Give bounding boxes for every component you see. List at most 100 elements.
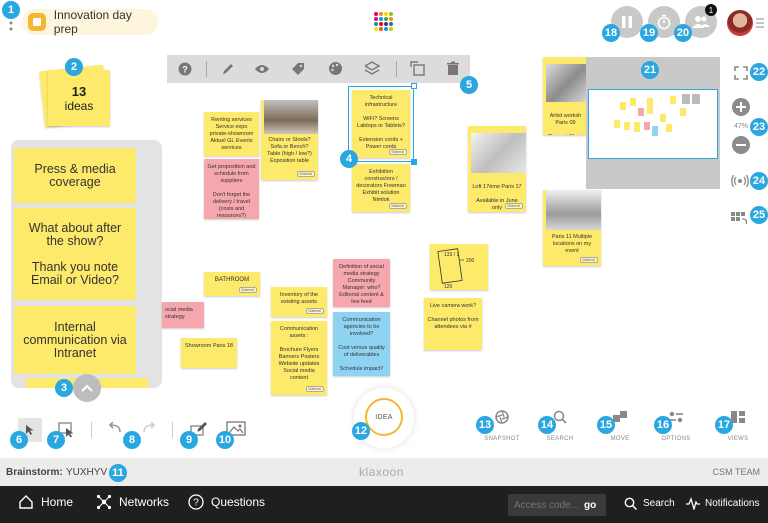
duplicate-icon[interactable]	[410, 61, 426, 76]
note-photo	[264, 100, 318, 134]
pencil-icon[interactable]	[221, 62, 235, 76]
chevron-up-icon	[81, 384, 93, 392]
note-exhibition[interactable]: Exhibition constructors / decorators Fre…	[352, 164, 410, 212]
callout-badge: 1	[2, 1, 20, 19]
search-icon	[624, 497, 637, 510]
fullscreen-icon[interactable]	[734, 66, 748, 80]
zoom-in-button[interactable]	[732, 98, 750, 116]
note-renting[interactable]: Renting services Service expo private-sh…	[204, 112, 259, 156]
note-inventory[interactable]: Inventory of the existing assets Material	[271, 287, 327, 317]
callout-badge: 17	[715, 416, 733, 434]
side-note-after-show[interactable]: What about after the show? Thank you not…	[14, 208, 136, 300]
counter-note-front: 13 ideas	[48, 70, 110, 126]
klaxoon-apps-icon[interactable]	[373, 11, 395, 33]
team-name: CSM TEAM	[712, 467, 760, 477]
callout-badge: 19	[640, 24, 658, 42]
resize-handle[interactable]	[411, 159, 417, 165]
note-proposition[interactable]: Get proposition and schedule from suppli…	[204, 159, 259, 219]
callout-badge: 2	[65, 58, 83, 76]
nav-notifications-label: Notifications	[705, 498, 760, 509]
nav-networks-label: Networks	[119, 495, 170, 509]
note-agencies[interactable]: Communication agencies to be involved? C…	[333, 312, 390, 376]
note-definition[interactable]: Definition of social media strategy Comm…	[333, 259, 390, 307]
redo-icon[interactable]	[142, 422, 158, 434]
callout-badge: 24	[750, 172, 768, 190]
side-note-intranet[interactable]: Internal communication via Intranet	[14, 306, 136, 374]
users-icon	[692, 15, 710, 29]
nav-networks[interactable]: Networks	[96, 494, 169, 510]
brainstorm-code[interactable]: YUXHYV	[66, 467, 107, 478]
note-showroom[interactable]: Showroom Paris 18	[181, 338, 237, 368]
callout-badge: 23	[750, 118, 768, 136]
notification-count-badge: 1	[705, 4, 717, 16]
search-tool-label: SEARCH	[546, 436, 574, 442]
idea-button-label: IDEA	[375, 413, 393, 421]
klaxoon-logo: klaxoon	[359, 465, 404, 479]
ideas-label: ideas	[64, 98, 94, 113]
collapse-panel-button[interactable]	[73, 374, 101, 402]
user-avatar[interactable]	[727, 10, 753, 36]
zoom-out-button[interactable]	[732, 136, 750, 154]
svg-text:200: 200	[466, 258, 475, 264]
svg-text:?: ?	[182, 65, 188, 75]
nav-questions[interactable]: ? Questions	[188, 494, 265, 510]
pause-icon	[621, 15, 633, 29]
note-bathroom[interactable]: BATHROOM Material	[204, 272, 260, 296]
note-communication-assets[interactable]: Communication assets : Brochure Flyers B…	[271, 321, 327, 395]
new-idea-button[interactable]: IDEA	[365, 398, 403, 436]
tool-divider	[91, 422, 92, 438]
options-label: OPTIONS	[661, 436, 691, 442]
ideas-count: 13	[71, 83, 87, 99]
callout-badge: 14	[538, 416, 556, 434]
svg-text:?: ?	[193, 498, 199, 509]
side-note-press[interactable]: Press & media coverage	[14, 148, 136, 203]
note-loft[interactable]: Loft 17ème Paris 17 Available in June on…	[468, 126, 526, 212]
plus-icon	[736, 102, 746, 112]
callout-badge: 6	[10, 431, 28, 449]
note-paris11[interactable]: Paris 11 Multiple locations on my event …	[543, 190, 601, 266]
callout-badge: 9	[180, 431, 198, 449]
callout-badge: 5	[460, 76, 478, 94]
layers-icon[interactable]	[364, 61, 380, 76]
board-title: Innovation day prep	[53, 8, 132, 36]
callout-badge: 25	[750, 206, 768, 224]
ideas-counter: 13 ideas	[39, 64, 114, 128]
broadcast-icon[interactable]	[731, 175, 749, 187]
note-sketch[interactable]: 133 / 1 200 120	[430, 244, 488, 290]
board-title-chip[interactable]: Innovation day prep	[22, 8, 158, 36]
note-social-partial[interactable]: ocial media strategy	[162, 302, 204, 328]
note-photo	[471, 133, 526, 173]
palette-icon[interactable]	[328, 61, 343, 76]
nav-home[interactable]: Home	[18, 494, 73, 510]
callout-badge: 13	[476, 416, 494, 434]
trash-icon[interactable]	[446, 61, 460, 76]
undo-icon[interactable]	[106, 422, 122, 434]
access-code-go-button[interactable]: go	[584, 500, 596, 511]
timer-icon	[656, 14, 672, 30]
rearrange-icon[interactable]	[731, 210, 749, 226]
nav-notifications[interactable]: Notifications	[686, 497, 759, 510]
callout-badge: 4	[340, 150, 358, 168]
board-icon	[28, 13, 46, 31]
activity-icon	[686, 497, 700, 510]
callout-badge: 3	[55, 379, 73, 397]
nav-search-label: Search	[643, 498, 675, 509]
move-label: MOVE	[610, 436, 630, 442]
svg-text:120: 120	[444, 284, 453, 290]
note-artist[interactable]: Artist worksh Paris 09 Close at 11 pm	[543, 57, 588, 135]
help-icon[interactable]: ?	[178, 62, 192, 76]
note-livecam[interactable]: Live camera work? Channel photos from at…	[424, 298, 482, 350]
tag-icon[interactable]	[291, 62, 305, 76]
toolbar-divider-2	[396, 61, 397, 77]
callout-badge: 12	[352, 422, 370, 440]
access-code-input[interactable]	[508, 495, 584, 515]
sketch-drawing: 133 / 1 200 120	[437, 248, 475, 290]
note-chairs[interactable]: Chairs or Stools? Sofa or Bench? Table (…	[261, 100, 318, 180]
question-icon: ?	[188, 494, 204, 510]
resize-handle-top[interactable]	[411, 83, 417, 89]
nav-search[interactable]: Search	[624, 497, 675, 510]
note-photo	[546, 190, 601, 230]
eye-icon[interactable]	[254, 63, 270, 75]
avatar-menu-icon[interactable]	[755, 16, 765, 28]
note-technical[interactable]: Technical infrastructure WiFi? Screens L…	[352, 90, 410, 158]
